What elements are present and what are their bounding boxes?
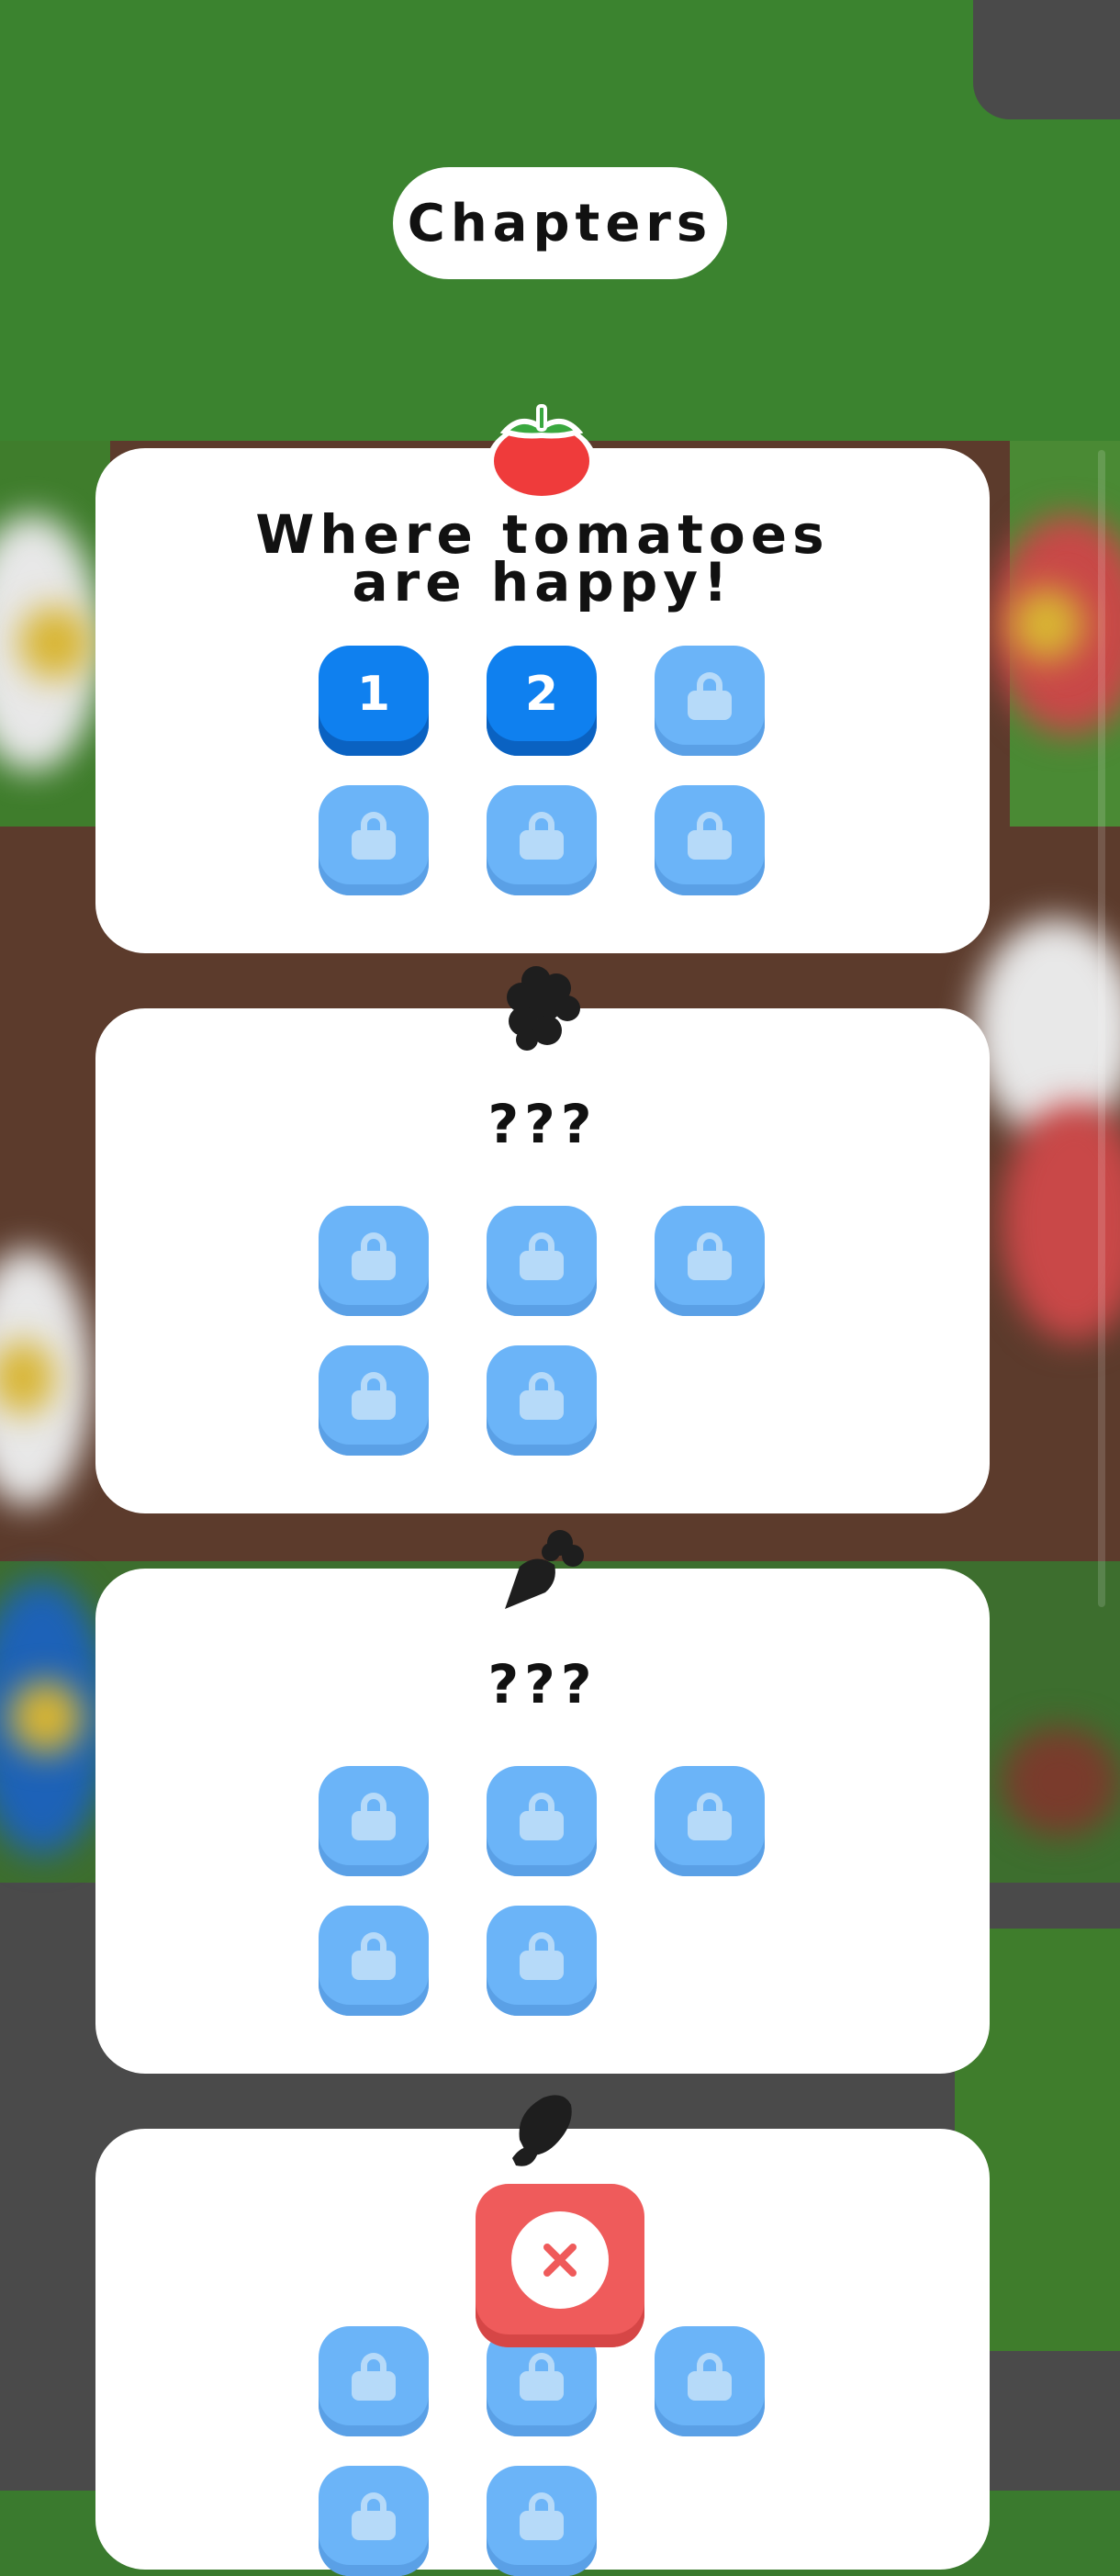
- locked-level-button[interactable]: [319, 785, 429, 895]
- scrollbar[interactable]: [1098, 450, 1105, 1607]
- chapter-3-title: ???: [487, 1653, 598, 1715]
- lock-icon: [688, 812, 732, 860]
- locked-level-button[interactable]: [487, 785, 597, 895]
- lock-icon: [352, 1793, 396, 1840]
- carrot-silhouette-icon: [505, 1530, 584, 1609]
- locked-level-button[interactable]: [319, 1766, 429, 1876]
- locked-level-button[interactable]: [319, 1345, 429, 1456]
- close-icon-circle: [511, 2211, 609, 2309]
- locked-level-button[interactable]: [655, 785, 765, 895]
- level-button-1[interactable]: 1: [319, 646, 429, 756]
- lock-icon: [688, 1793, 732, 1840]
- chapter-1-title-line-2: are happy!: [352, 551, 734, 613]
- corn-silhouette-icon: [512, 2095, 572, 2166]
- chapter-2-title: ???: [487, 1093, 598, 1155]
- lock-icon: [520, 1372, 564, 1420]
- grapes-silhouette-icon: [507, 966, 580, 1051]
- lock-icon: [352, 2353, 396, 2401]
- lock-icon: [520, 1793, 564, 1840]
- locked-level-button[interactable]: [319, 1906, 429, 2016]
- level-number: 1: [356, 667, 391, 722]
- lock-icon: [520, 2492, 564, 2540]
- close-button[interactable]: [476, 2184, 644, 2347]
- locked-level-button[interactable]: [319, 2326, 429, 2436]
- lock-icon: [688, 672, 732, 720]
- locked-level-button[interactable]: [319, 2466, 429, 2576]
- level-button-2[interactable]: 2: [487, 646, 597, 756]
- locked-level-button[interactable]: [655, 646, 765, 756]
- lock-icon: [688, 1232, 732, 1280]
- locked-level-button[interactable]: [319, 1206, 429, 1316]
- level-number: 2: [524, 667, 559, 722]
- lock-icon: [352, 1932, 396, 1980]
- locked-level-button[interactable]: [487, 1345, 597, 1456]
- lock-icon: [352, 1232, 396, 1280]
- locked-level-button[interactable]: [487, 1906, 597, 2016]
- lock-icon: [352, 1372, 396, 1420]
- lock-icon: [520, 1232, 564, 1280]
- chapter-card-3: ???: [95, 1569, 990, 2074]
- lock-icon: [520, 812, 564, 860]
- chapter-card-1: Where tomatoes are happy! 1 2: [95, 448, 990, 953]
- locked-level-button[interactable]: [655, 2326, 765, 2436]
- locked-level-button[interactable]: [655, 1766, 765, 1876]
- chapter-1-title: Where tomatoes are happy!: [95, 508, 990, 613]
- lock-icon: [520, 2353, 564, 2401]
- locked-level-button[interactable]: [487, 2466, 597, 2576]
- close-icon: [543, 2244, 577, 2277]
- lock-icon: [352, 812, 396, 860]
- locked-level-button[interactable]: [487, 1766, 597, 1876]
- lock-icon: [688, 2353, 732, 2401]
- chapters-title: Chapters: [393, 167, 727, 279]
- chapter-card-2: ???: [95, 1008, 990, 1513]
- locked-level-button[interactable]: [487, 1206, 597, 1316]
- lock-icon: [520, 1932, 564, 1980]
- locked-level-button[interactable]: [655, 1206, 765, 1316]
- lock-icon: [352, 2492, 396, 2540]
- tomato-icon: [487, 404, 597, 503]
